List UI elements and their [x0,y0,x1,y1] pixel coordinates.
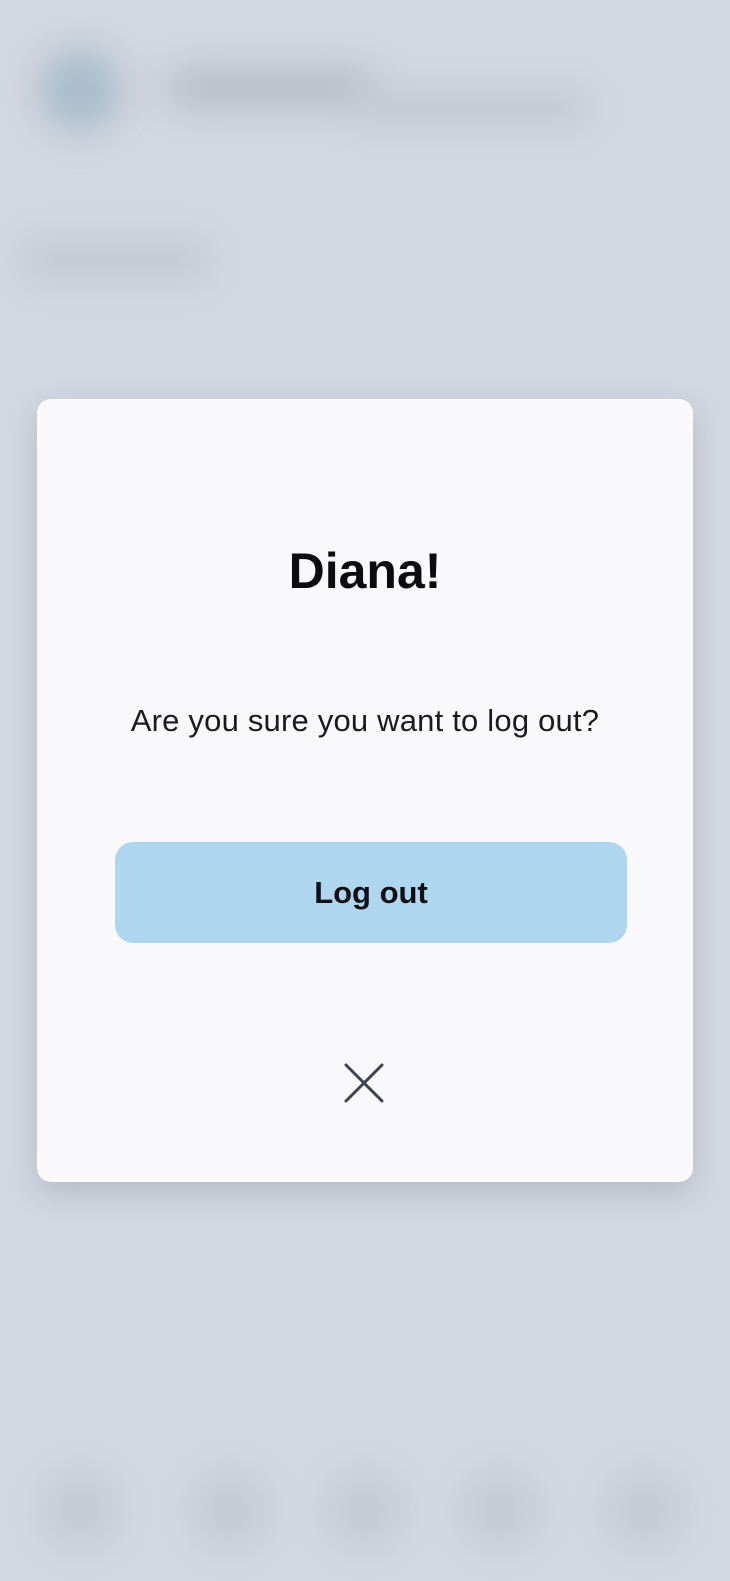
close-button[interactable] [340,1059,388,1107]
background-nav-icon [605,1470,685,1550]
background-nav-icon [190,1470,270,1550]
logout-button[interactable]: Log out [115,842,627,943]
background-section-title [20,240,210,280]
logout-dialog: Diana! Are you sure you want to log out?… [37,399,693,1182]
logout-button-label: Log out [314,874,428,910]
dialog-title: Diana! [288,543,442,599]
close-icon [344,1063,384,1103]
background-header-subtext [360,92,590,124]
background-nav-icon [40,1470,120,1550]
background-avatar [38,48,122,132]
screen: Diana! Are you sure you want to log out?… [0,0,730,1581]
dialog-message: Are you sure you want to log out? [130,703,600,738]
background-nav-icon [460,1470,540,1550]
background-nav-icon [325,1470,405,1550]
background-header-text [165,68,375,108]
